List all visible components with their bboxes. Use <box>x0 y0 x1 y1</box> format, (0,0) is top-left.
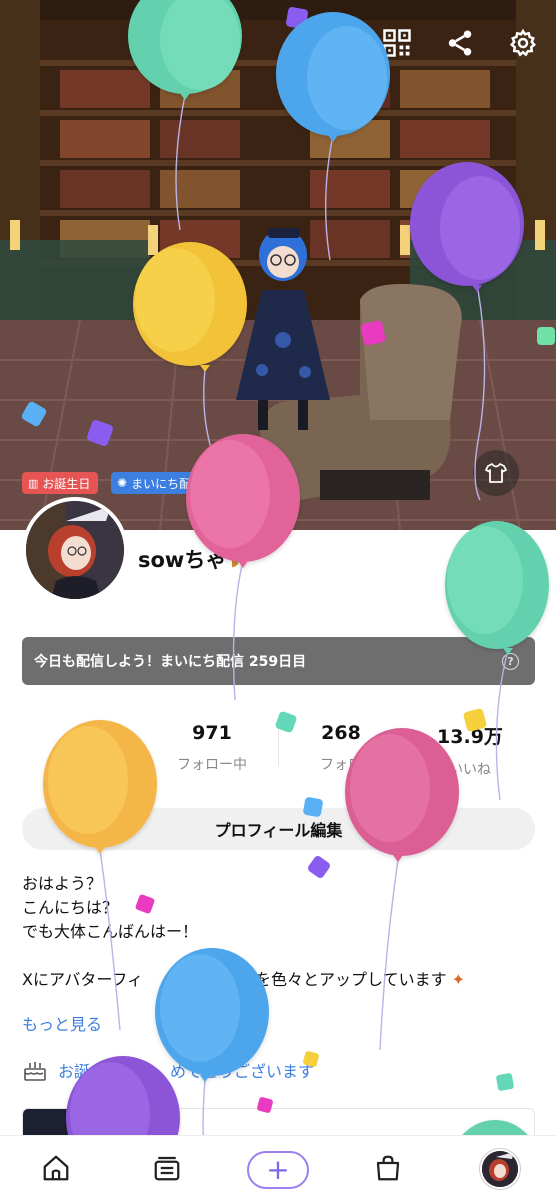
likes-label: いいね <box>449 762 491 778</box>
following-label: フォロー中 <box>177 757 247 773</box>
username-text: sowちゃ <box>138 548 227 572</box>
dancer-emoji-icon: ✦ <box>446 970 466 989</box>
daily-stream-tag-label: まいにち配 <box>131 476 192 491</box>
bottom-navigation: + <box>0 1135 556 1199</box>
avatar[interactable] <box>22 497 128 603</box>
qr-code-icon[interactable] <box>380 26 414 60</box>
birthday-tag[interactable]: ▥ お誕生日 <box>22 472 99 494</box>
sun-icon: ✺ <box>117 476 128 490</box>
birthday-tag-label: お誕生日 <box>42 476 91 491</box>
bio-line <box>22 944 532 968</box>
stat-following[interactable]: 971 フォロー中 <box>152 722 272 774</box>
bio-line: こんにちは？ <box>22 898 119 917</box>
daily-stream-tag[interactable]: ✺ まいにち配 <box>111 472 200 494</box>
edit-profile-button[interactable]: プロフィール編集 <box>22 808 535 850</box>
croissant-icon: ◗ <box>230 548 240 570</box>
birthday-message-row[interactable]: お誕 めでとうございます <box>22 1058 314 1082</box>
bio-line: Xにアバターフィ ドを色々とアップしています ✦ <box>22 968 532 992</box>
share-icon[interactable] <box>443 26 477 60</box>
followers-count: 268 <box>321 722 361 744</box>
likes-count: 13.9万 <box>437 726 503 748</box>
profile-tab-avatar[interactable] <box>480 1149 520 1189</box>
cake-icon <box>24 1062 46 1081</box>
create-button[interactable]: + <box>247 1151 309 1189</box>
shopping-bag-icon[interactable] <box>370 1150 406 1186</box>
stat-likes[interactable]: 13.9万 いいね <box>410 722 530 779</box>
cake-icon: ▥ <box>28 476 39 490</box>
feed-icon[interactable] <box>149 1150 185 1186</box>
following-count: 971 <box>192 722 232 744</box>
outfit-button[interactable] <box>473 450 519 496</box>
followers-label: フォロ <box>320 757 362 773</box>
birthday-message-part: お誕 <box>58 1062 91 1081</box>
help-icon[interactable]: ? <box>502 653 519 670</box>
birthday-message-part: めでとうございます <box>170 1062 315 1081</box>
stat-divider <box>406 730 407 766</box>
profile-hero-scene: ▥ お誕生日 ✺ まいにち配 <box>0 0 556 530</box>
tshirt-icon <box>485 463 507 483</box>
show-more-link[interactable]: もっと見る <box>22 1011 102 1035</box>
stat-divider <box>278 730 279 766</box>
stat-followers[interactable]: 268 フォロ <box>281 722 401 774</box>
library-background <box>0 0 556 530</box>
daily-stream-banner[interactable]: 今日も配信しよう！まいにち配信 259日目 ? <box>22 637 535 685</box>
plus-icon: + <box>266 1153 290 1186</box>
banner-text: 今日も配信しよう！まいにち配信 259日目 <box>34 654 307 670</box>
username: sowちゃ ◗ <box>138 544 240 574</box>
gear-icon[interactable] <box>506 26 540 60</box>
bio-line-part: ドを色々とアップしています <box>239 970 447 989</box>
bio-line-part: Xにアバターフィ <box>22 970 144 989</box>
bio-line: でも大体こんばんはー！ <box>22 922 199 941</box>
bio-text: おはよう？ こんにちは？ でも大体こんばんはー！ Xにアバターフィ ドを色々とアッ… <box>22 872 532 992</box>
bio-line: おはよう？ <box>22 874 103 893</box>
home-icon[interactable] <box>38 1150 74 1186</box>
